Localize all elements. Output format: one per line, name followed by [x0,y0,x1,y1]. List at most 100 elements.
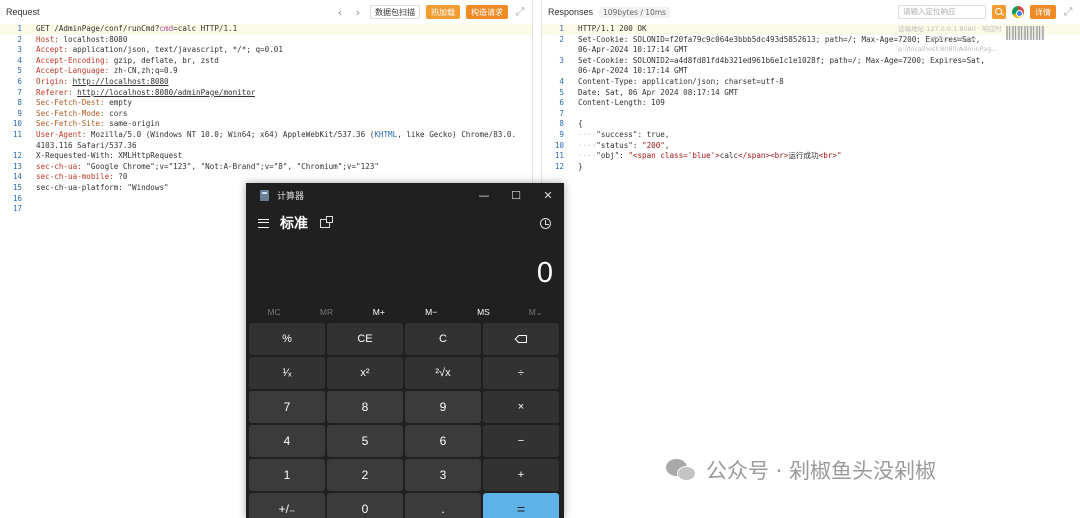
line-number: 4 [17,55,22,65]
close-icon[interactable]: ✕ [532,189,564,202]
digit-3-key[interactable]: 3 [405,459,481,491]
reciprocal-key[interactable]: ¹⁄ₓ [249,357,325,389]
calculator-keypad: % CE C ¹⁄ₓ x² ²√x ÷ 7 8 9 × 4 5 6− 1 2 3 + +/₋ 0. = [249,323,561,518]
response-line: 5 Date: Sat, 06 Apr 2024 08:17:14 GMT [542,88,1080,99]
line-number: 2 [559,34,564,44]
memory-button-4[interactable]: MS [457,307,509,319]
square-key[interactable]: x² [327,357,403,389]
line-text: Date: Sat, 06 Apr 2024 08:17:14 GMT [578,87,739,97]
line-text: Accept-Language: zh-CN,zh;q=0.9 [36,66,178,76]
line-number: 12 [12,151,22,161]
build-request-button[interactable]: 构造请求 [466,5,508,19]
subtract-key[interactable]: − [483,425,559,457]
digit-4-key[interactable]: 4 [249,425,325,457]
equals-key[interactable]: = [483,493,559,518]
hot-load-button[interactable]: 热加载 [426,5,460,19]
line-number: 3 [559,55,564,65]
line-text: Sec-Fetch-Dest: empty [36,98,133,108]
history-icon[interactable] [540,217,551,229]
line-text: Sec-Fetch-Site: same-origin [36,119,160,129]
square-root-key[interactable]: ²√x [405,357,481,389]
line-text: 06-Apr-2024 10:17:14 GMT [578,45,688,55]
memory-button-5[interactable]: M⌄ [510,307,562,319]
line-number: 7 [17,87,22,97]
menu-icon[interactable] [258,218,269,228]
line-text: User-Agent: Mozilla/5.0 (Windows NT 10.0… [36,129,517,139]
line-number: 5 [559,87,564,97]
divide-key[interactable]: ÷ [483,357,559,389]
request-line: 4 Accept-Encoding: gzip, deflate, br, zst… [0,56,532,67]
request-line: 7 Referer: http://localhost:8080/adminPag… [0,88,532,99]
line-text: X-Requested-With: XMLHttpRequest [36,151,183,161]
response-search-input[interactable]: 请输入定位响应 [898,5,986,19]
packet-scan-button[interactable]: 数据包扫描 [370,5,420,19]
next-arrow-icon[interactable]: › [352,6,364,19]
decimal-key[interactable]: . [405,493,481,518]
clear-key[interactable]: C [405,323,481,355]
response-stats: 109bytes / 10ms [599,6,671,18]
line-number: 11 [554,151,564,161]
calculator-titlebar[interactable]: 计算器 — ☐ ✕ [246,183,564,207]
digit-0-key[interactable]: 0 [327,493,403,518]
line-text: Accept: application/json, text/javascrip… [36,45,283,55]
minimize-icon[interactable]: — [468,189,500,202]
request-line: 14 sec-ch-ua-mobile: ?0 [0,172,532,183]
line-text: { [578,119,583,129]
digit-2-key[interactable]: 2 [327,459,403,491]
calculator-window[interactable]: 计算器 — ☐ ✕ 标准 0 MC MR M+ M− MS M⌄ % CE C ¹⁄ₓ x² ²√x… [246,183,564,518]
chrome-icon[interactable] [1012,6,1024,18]
digit-5-key[interactable]: 5 [327,425,403,457]
line-text: sec-ch-ua-platform: "Windows" [36,182,169,192]
multiply-key[interactable]: × [483,391,559,423]
digit-7-key[interactable]: 7 [249,391,325,423]
watermark: 公众号 · 剁椒鱼头没剁椒 [666,455,936,485]
line-text: Sec-Fetch-Mode: cors [36,108,128,118]
digit-8-key[interactable]: 8 [327,391,403,423]
add-key[interactable]: + [483,459,559,491]
digit-9-key[interactable]: 9 [405,391,481,423]
wechat-icon [666,457,698,483]
line-text: HTTP/1.1 200 OK [578,24,647,33]
detail-button[interactable]: 详情 [1030,5,1056,19]
memory-button-0[interactable]: MC [248,307,300,319]
line-number: 3 [17,45,22,55]
expand-icon[interactable]: ⤢ [514,6,526,18]
memory-button-2[interactable]: M+ [353,307,405,319]
keep-on-top-icon[interactable] [320,215,333,228]
response-title: Responses [548,7,594,17]
line-number: 4 [559,76,564,86]
negate-key[interactable]: +/₋ [249,493,325,518]
line-number: 17 [12,204,22,214]
line-text: Content-Length: 109 [578,98,665,108]
line-number: 11 [12,129,22,139]
line-number: 12 [554,161,564,171]
digit-6-key[interactable]: 6 [405,425,481,457]
backspace-key[interactable] [483,323,559,355]
memory-button-3[interactable]: M− [405,307,457,319]
line-text: 4103.116 Safari/537.36 [36,140,137,150]
request-url-tooltip: 请求Url: http:// [930,35,977,43]
digit-1-key[interactable]: 1 [249,459,325,491]
prev-arrow-icon[interactable]: ‹ [334,6,346,19]
memory-button-1[interactable]: MR [300,307,352,319]
response-viewer[interactable]: 1 HTTP/1.1 200 OK 2 Set-Cookie: SOLONID=f20… [542,24,1080,518]
line-text: ····"status": "200", [578,140,670,150]
search-icon[interactable] [992,5,1006,19]
response-line: 6 Content-Length: 109 [542,98,1080,109]
line-number: 5 [17,66,22,76]
percent-key[interactable]: % [249,323,325,355]
response-line: 2 Set-Cookie: SOLONID=f20fa79c9c064e3bbb5… [542,35,1080,46]
clear-entry-key[interactable]: CE [327,323,403,355]
watermark-text: 公众号 · 剁椒鱼头没剁椒 [706,459,937,483]
line-number: 7 [559,108,564,118]
line-number: 1 [17,24,22,33]
line-number: 9 [17,108,22,118]
request-line: 12 X-Requested-With: XMLHttpRequest [0,151,532,162]
response-line: 4 Content-Type: application/json; charset… [542,77,1080,88]
calculator-app-title: 计算器 [277,190,305,201]
line-number: 10 [12,119,22,129]
request-line: 11 User-Agent: Mozilla/5.0 (Windows NT 10… [0,130,532,141]
line-number: 6 [559,98,564,108]
expand-icon[interactable]: ⤢ [1062,6,1074,18]
maximize-icon[interactable]: ☐ [500,189,532,202]
